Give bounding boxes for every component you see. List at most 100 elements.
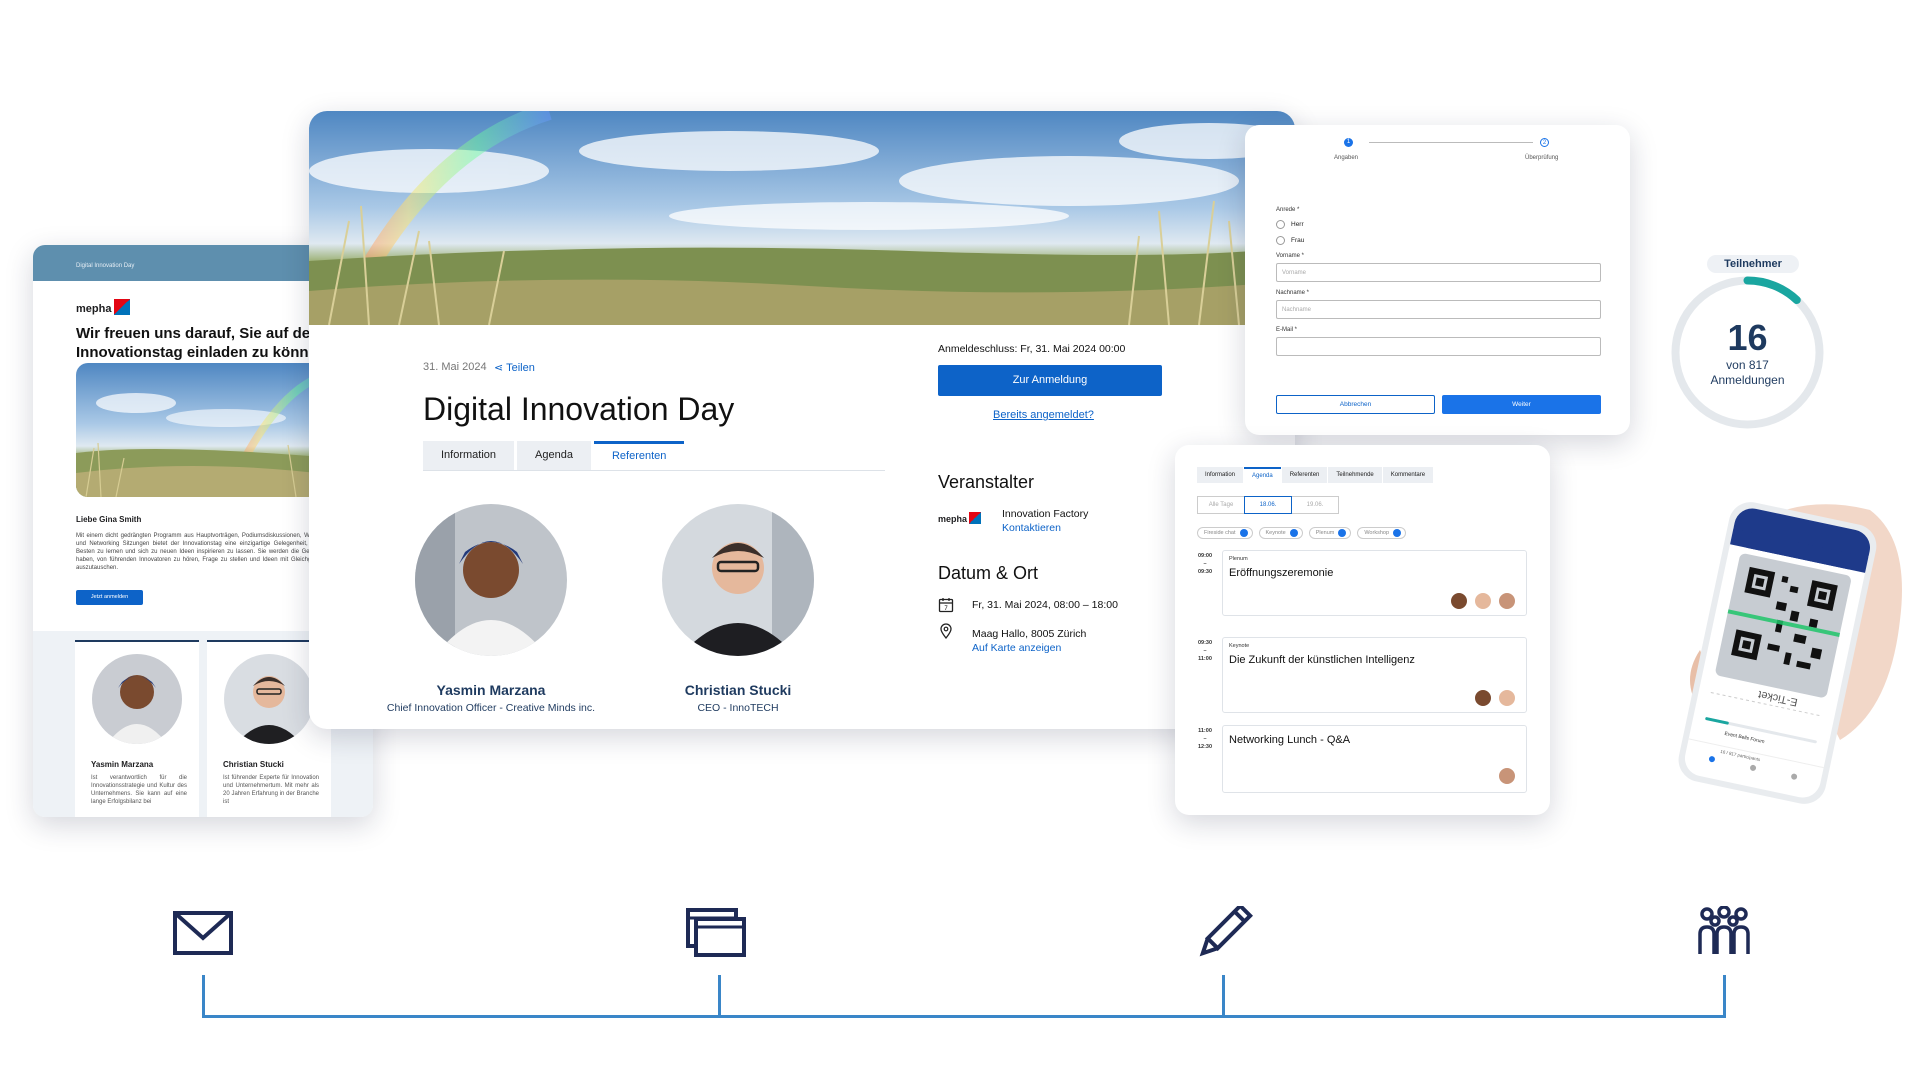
registration-form-card: 1 2 Angaben Überprüfung Anrede * Herr Fr… bbox=[1245, 125, 1630, 435]
end-time: 09:30 bbox=[1197, 569, 1213, 575]
speaker-role: Chief Innovation Officer - Creative Mind… bbox=[386, 702, 596, 714]
filter-workshop[interactable]: Workshop bbox=[1357, 527, 1407, 539]
start-time: 09:30 bbox=[1197, 640, 1213, 646]
contact-link[interactable]: Kontaktieren bbox=[1002, 522, 1061, 534]
email-body-text: Mit einem dicht gedrängten Programm aus … bbox=[76, 533, 334, 571]
tab-divider bbox=[423, 470, 885, 471]
tab-agenda[interactable]: Agenda bbox=[517, 441, 591, 470]
filter-keynote[interactable]: Keynote bbox=[1258, 527, 1303, 539]
end-time: 12:30 bbox=[1197, 744, 1213, 750]
speaker-photo bbox=[224, 654, 314, 744]
location-pin-icon bbox=[938, 623, 954, 640]
first-name-label: Vorname * bbox=[1276, 253, 1305, 259]
speaker-role: CEO - InnoTECH bbox=[697, 702, 779, 714]
tab-speakers[interactable]: Referenten bbox=[1281, 467, 1328, 483]
email-label: E-Mail * bbox=[1276, 327, 1298, 333]
last-name-input[interactable]: Nachname bbox=[1276, 300, 1601, 319]
mepha-logo-mark bbox=[114, 299, 131, 315]
radio-herr[interactable] bbox=[1276, 220, 1285, 229]
cancel-button[interactable]: Abbrechen bbox=[1276, 395, 1435, 414]
filter-fireside-chat[interactable]: Fireside chat bbox=[1197, 527, 1253, 539]
session-title: Die Zukunft der künstlichen Intelligenz bbox=[1229, 654, 1415, 666]
speaker-name: Yasmin Marzana bbox=[91, 760, 154, 769]
envelope-icon bbox=[172, 908, 234, 960]
filter-label: Workshop bbox=[1364, 530, 1390, 536]
email-greeting: Liebe Gina Smith bbox=[76, 515, 142, 524]
tab-speakers[interactable]: Referenten bbox=[593, 441, 685, 470]
event-date: 31. Mai 2024 bbox=[423, 361, 487, 373]
timeline-connector bbox=[1723, 975, 1726, 1018]
filter-label: Keynote bbox=[1265, 530, 1286, 536]
organizer-name: Innovation Factory bbox=[1002, 508, 1089, 520]
step-1-label: Angaben bbox=[1334, 155, 1359, 161]
email-headline: Wir freuen uns darauf, Sie auf den Innov… bbox=[76, 325, 332, 361]
day-19-06[interactable]: 19.06. bbox=[1291, 496, 1339, 514]
filter-plenum[interactable]: Plenum bbox=[1308, 527, 1352, 539]
email-speaker-card: Yasmin Marzana Ist verantwortlich für di… bbox=[75, 640, 199, 817]
speaker-card[interactable]: Christian Stucki CEO - InnoTECH bbox=[613, 504, 863, 714]
stepper-line bbox=[1369, 142, 1533, 143]
session-time: 09:00–09:30 bbox=[1197, 553, 1213, 575]
session-time: 09:30–11:00 bbox=[1197, 640, 1213, 662]
avatar bbox=[1449, 591, 1469, 611]
participants-label: Teilnehmer bbox=[1707, 255, 1799, 273]
mepha-logo: mepha bbox=[76, 299, 131, 315]
event-page-card: 31. Mai 2024 ⋖ Teilen Digital Innovation… bbox=[309, 111, 1295, 729]
already-registered-link[interactable]: Bereits angemeldet? bbox=[993, 409, 1094, 421]
brand-name: mepha bbox=[76, 303, 112, 315]
session-category: Keynote bbox=[1229, 643, 1250, 649]
avatar bbox=[1473, 688, 1493, 708]
participants-count: 16 bbox=[1727, 317, 1768, 358]
day-all[interactable]: Alle Tage bbox=[1197, 496, 1245, 514]
speaker-card[interactable]: Yasmin Marzana Chief Innovation Officer … bbox=[366, 504, 616, 714]
tab-comments[interactable]: Kommentare bbox=[1382, 467, 1434, 483]
browser-windows-icon bbox=[685, 906, 747, 958]
category-filters: Fireside chat Keynote Plenum Workshop bbox=[1197, 527, 1412, 539]
tab-agenda[interactable]: Agenda bbox=[1244, 467, 1281, 483]
register-button[interactable]: Zur Anmeldung bbox=[938, 365, 1162, 396]
session-card[interactable]: Plenum Eröffnungszeremonie bbox=[1222, 550, 1527, 616]
participants-total: von 817 Anmeldungen bbox=[1665, 358, 1830, 388]
last-name-label: Nachname * bbox=[1276, 290, 1310, 296]
organizer-brand: mepha bbox=[938, 514, 968, 524]
organizer-logo: mepha bbox=[938, 512, 982, 524]
speaker-name: Christian Stucki bbox=[223, 760, 284, 769]
day-filter: Alle Tage 18.06. 19.06. bbox=[1197, 496, 1339, 514]
next-button[interactable]: Weiter bbox=[1442, 395, 1601, 414]
email-input[interactable] bbox=[1276, 337, 1601, 356]
salutation-label: Anrede * bbox=[1276, 207, 1300, 213]
radio-frau-label: Frau bbox=[1291, 237, 1305, 244]
avatar bbox=[1473, 591, 1493, 611]
tab-information[interactable]: Information bbox=[1197, 467, 1244, 483]
event-tabs: Information Agenda Referenten bbox=[423, 441, 687, 470]
timeline-line bbox=[202, 1015, 1726, 1018]
speaker-name: Christian Stucki bbox=[684, 682, 792, 698]
day-18-06[interactable]: 18.06. bbox=[1244, 496, 1292, 514]
share-link[interactable]: ⋖ Teilen bbox=[494, 361, 535, 374]
step-2-indicator: 2 bbox=[1540, 138, 1549, 147]
check-icon bbox=[1239, 529, 1248, 537]
mepha-logo-mark bbox=[969, 512, 982, 524]
session-card[interactable]: Keynote Die Zukunft der künstlichen Inte… bbox=[1222, 637, 1527, 713]
tab-participants[interactable]: Teilnehmende bbox=[1328, 467, 1382, 483]
register-now-button[interactable]: Jetzt anmelden bbox=[76, 590, 143, 605]
event-location: Maag Hallo, 8005 Zürich bbox=[972, 628, 1087, 640]
speaker-photo bbox=[662, 504, 814, 656]
tab-information[interactable]: Information bbox=[423, 441, 515, 470]
filter-label: Plenum bbox=[1315, 530, 1335, 536]
end-time: 11:00 bbox=[1198, 656, 1212, 662]
timeline-connector bbox=[1222, 975, 1225, 1018]
speaker-name: Yasmin Marzana bbox=[436, 682, 546, 698]
start-time: 11:00 bbox=[1198, 728, 1212, 734]
group-people-icon bbox=[1693, 905, 1755, 958]
registration-deadline: Anmeldeschluss: Fr, 31. Mai 2024 00:00 bbox=[938, 343, 1126, 355]
speaker-description: Ist führender Experte für Innovation und… bbox=[223, 775, 319, 805]
session-card[interactable]: Networking Lunch - Q&A bbox=[1222, 725, 1527, 793]
first-name-input[interactable]: Vorname bbox=[1276, 263, 1601, 282]
radio-frau[interactable] bbox=[1276, 236, 1285, 245]
session-time: 11:00–12:30 bbox=[1197, 728, 1213, 750]
radio-herr-label: Herr bbox=[1291, 221, 1304, 228]
timeline-connector bbox=[202, 975, 205, 1018]
avatar bbox=[1497, 688, 1517, 708]
show-map-link[interactable]: Auf Karte anzeigen bbox=[972, 642, 1061, 654]
